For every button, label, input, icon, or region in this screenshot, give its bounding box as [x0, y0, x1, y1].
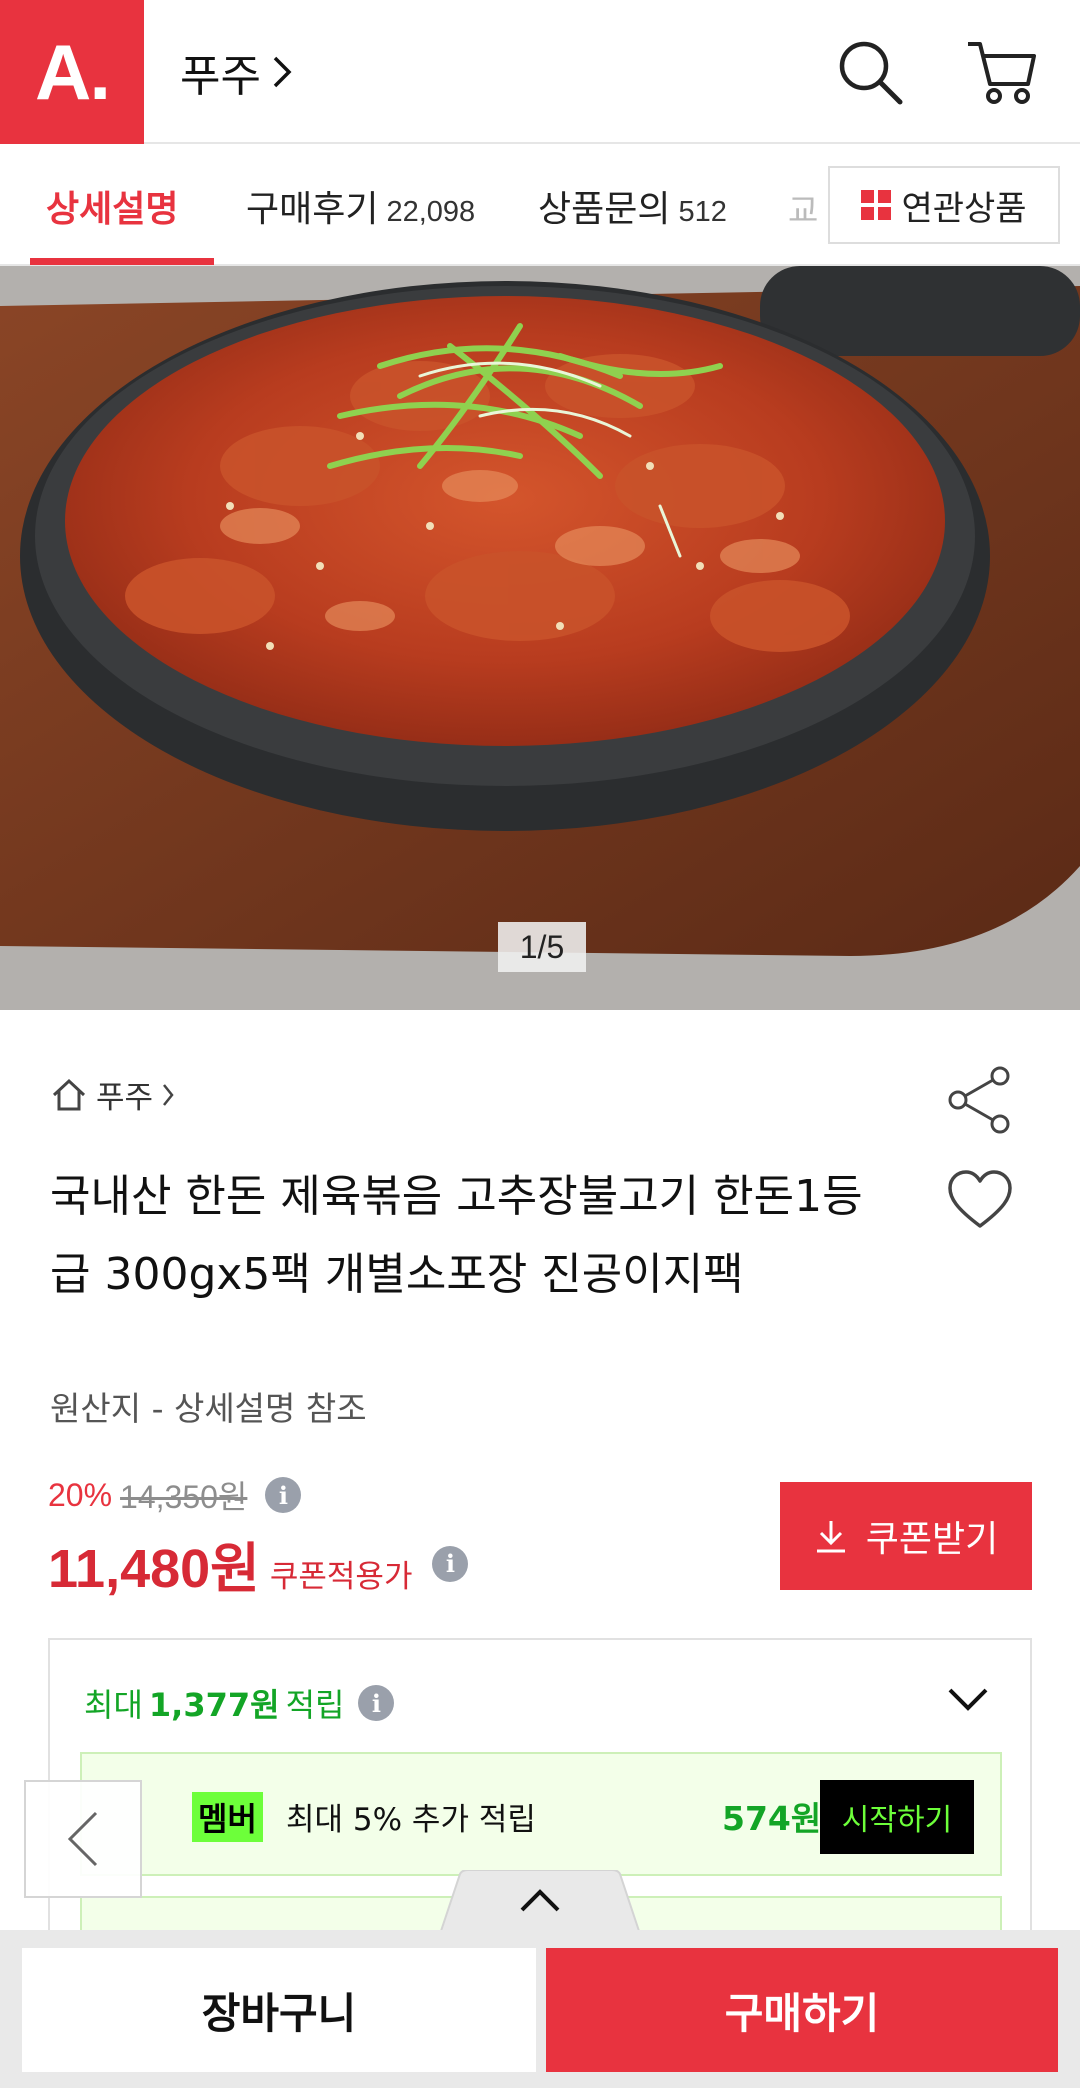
- tab-qna-count: 512: [678, 196, 727, 228]
- tab-qna-label: 상품문의: [538, 189, 671, 230]
- points-prefix: 최대: [84, 1686, 143, 1724]
- product-tabs: 상세설명 구매후기 22,098 상품문의 512 교 연관상품: [0, 144, 1080, 266]
- info-icon[interactable]: i: [358, 1685, 395, 1721]
- tab-reviews-label: 구매후기: [246, 189, 379, 230]
- product-photo: [0, 266, 1080, 1010]
- home-icon: [52, 1078, 86, 1110]
- tab-detail-label: 상세설명: [46, 189, 179, 230]
- product-title: 국내산 한돈 제육볶음 고추장불고기 한돈1등급 300gx5팩 개별소포장 진…: [50, 1171, 863, 1300]
- points-suffix: 적립: [285, 1686, 345, 1724]
- breadcrumb[interactable]: 푸주: [50, 1072, 175, 1117]
- category-link[interactable]: 푸주: [180, 40, 293, 104]
- image-counter: 1/5: [498, 922, 586, 972]
- tab-reviews[interactable]: 구매후기 22,098: [246, 180, 475, 232]
- coupon-button-label: 쿠폰받기: [865, 1519, 999, 1560]
- member-bonus-row: 멤버 최대 5% 추가 적립 574원 시작하기: [80, 1752, 1002, 1876]
- breadcrumb-category: 푸주: [96, 1080, 154, 1116]
- coupon-download-button[interactable]: 쿠폰받기: [780, 1482, 1032, 1590]
- price-row: 11,480원 쿠폰적용가 i: [48, 1524, 469, 1603]
- heart-icon[interactable]: [946, 1168, 1014, 1232]
- tab-qna[interactable]: 상품문의 512: [538, 180, 727, 232]
- carousel-prev-button[interactable]: [24, 1780, 142, 1898]
- chevron-down-icon[interactable]: [946, 1684, 990, 1714]
- original-price: 14,350원: [120, 1479, 248, 1515]
- tab-detail[interactable]: 상세설명: [46, 180, 178, 232]
- info-icon[interactable]: i: [265, 1477, 302, 1513]
- active-tab-indicator: [30, 258, 214, 265]
- category-label: 푸주: [180, 51, 261, 102]
- info-icon[interactable]: i: [432, 1545, 469, 1582]
- points-amount: 1,377원: [148, 1686, 280, 1724]
- share-icon[interactable]: [944, 1064, 1016, 1136]
- buy-now-button[interactable]: 구매하기: [546, 1948, 1058, 2072]
- member-badge: 멤버: [192, 1792, 263, 1842]
- tab-partial-hidden[interactable]: 교: [788, 184, 828, 232]
- add-to-cart-button[interactable]: 장바구니: [22, 1948, 536, 2072]
- download-icon: [816, 1521, 845, 1553]
- coupon-price-label: 쿠폰적용가: [269, 1559, 413, 1595]
- member-bonus-text: 최대 5% 추가 적립: [286, 1802, 536, 1838]
- tab-reviews-count: 22,098: [386, 196, 476, 228]
- grid-icon: [861, 190, 892, 220]
- related-products-label: 연관상품: [901, 188, 1027, 229]
- chevron-right-icon: [273, 56, 292, 88]
- bottom-action-bar: 장바구니 구매하기: [0, 1930, 1080, 2088]
- sale-price: 11,480원: [48, 1539, 260, 1599]
- brand-logo[interactable]: A.: [0, 0, 144, 144]
- search-icon[interactable]: [832, 34, 908, 110]
- discount-row: 20% 14,350원 i: [48, 1472, 302, 1518]
- member-start-button[interactable]: 시작하기: [820, 1780, 974, 1854]
- product-page: A. 푸주 상세설명 구매후기 22,098 상품문의 512 교 연관상품 1…: [0, 0, 1080, 2088]
- points-summary[interactable]: 최대 1,377원 적립 i: [84, 1680, 395, 1726]
- related-products-button[interactable]: 연관상품: [828, 166, 1060, 244]
- chevron-left-icon: [67, 1811, 98, 1867]
- chevron-right-icon: [163, 1083, 174, 1106]
- product-image-carousel[interactable]: [0, 266, 1080, 1010]
- origin-info: 원산지 - 상세설명 참조: [50, 1389, 367, 1428]
- top-header: A. 푸주: [0, 0, 1080, 144]
- member-bonus-amount: 574원: [722, 1799, 822, 1838]
- discount-rate: 20%: [48, 1476, 113, 1513]
- cart-icon[interactable]: [964, 34, 1040, 110]
- expand-drawer-handle[interactable]: [440, 1870, 640, 1934]
